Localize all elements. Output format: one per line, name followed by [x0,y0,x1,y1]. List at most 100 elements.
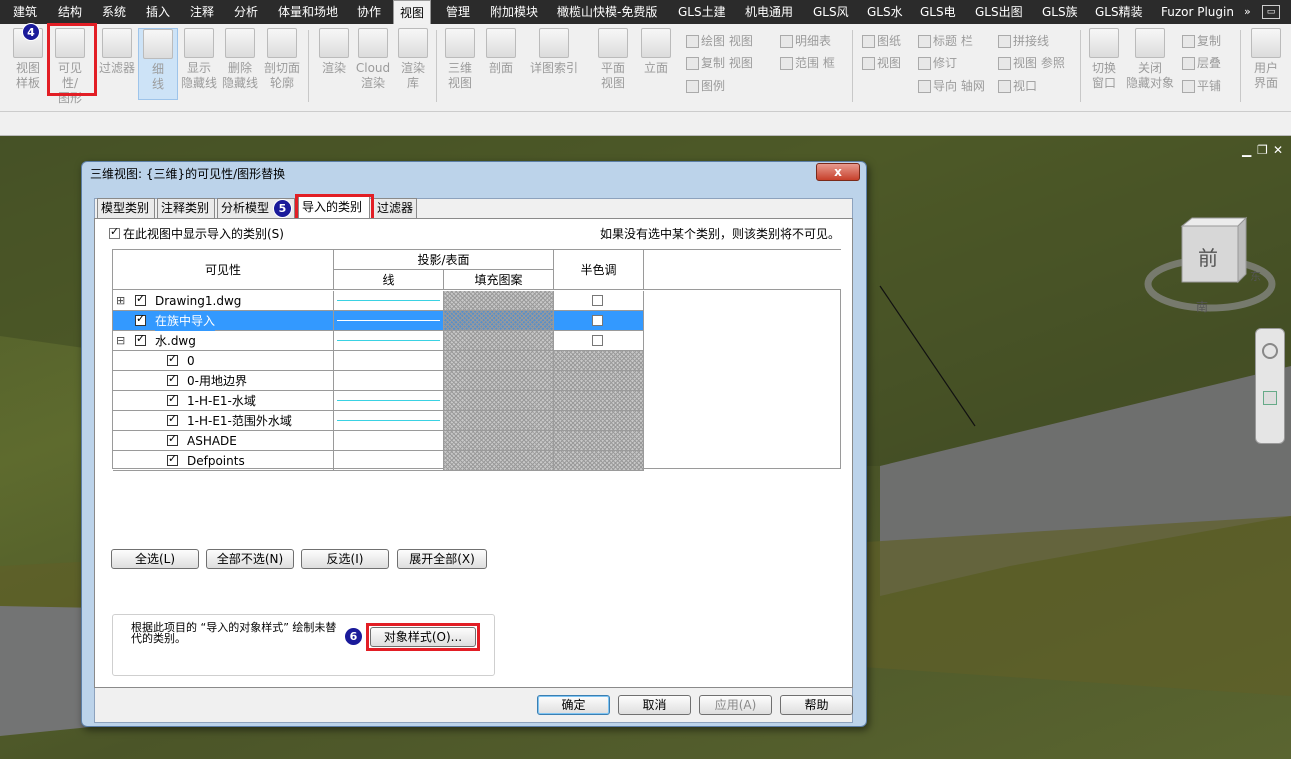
line-override-cell[interactable] [334,371,444,391]
cancel-button[interactable]: 取消 [618,695,691,715]
tab-addins[interactable]: 附加模块 [490,0,538,24]
visibility-cell[interactable]: ⊟ 水.dwg [113,331,334,351]
tab-gls-air[interactable]: GLS风 [813,0,849,24]
visibility-cell[interactable]: Defpoints [113,451,334,471]
guide-grid-button[interactable]: 导向 轴网 [918,77,985,94]
tab-overflow-icon[interactable]: » [1244,0,1251,24]
line-override-cell[interactable] [334,411,444,431]
line-override-cell[interactable] [334,451,444,471]
fill-pattern-cell[interactable] [444,451,554,471]
thin-lines-button[interactable]: 细线 [138,28,178,100]
zoom-icon[interactable] [1263,391,1277,405]
line-override-cell[interactable] [334,291,444,311]
visibility-cell[interactable]: 在族中导入 [113,311,334,331]
table-row[interactable]: 在族中导入 [113,311,644,331]
user-interface-button[interactable]: 用户 界面 [1246,28,1286,91]
row-visibility-checkbox[interactable] [167,392,178,406]
cloud-render-button[interactable]: Cloud 渲染 [353,28,393,91]
visibility-cell[interactable]: ⊞ Drawing1.dwg [113,291,334,311]
row-visibility-checkbox[interactable] [135,312,146,326]
render-button[interactable]: 渲染 [314,28,354,76]
fill-pattern-cell[interactable] [444,311,554,331]
select-none-button[interactable]: 全部不选(N) [206,549,294,569]
line-override-cell[interactable] [334,331,444,351]
halftone-cell[interactable] [554,291,644,311]
tab-gls-family[interactable]: GLS族 [1042,0,1078,24]
tab-filters[interactable]: 过滤器 [373,198,417,218]
cascade-button[interactable]: 层叠 [1182,54,1221,71]
switch-windows-button[interactable]: 切换 窗口 [1084,28,1124,91]
table-row[interactable]: 0 [113,351,644,371]
fill-pattern-cell[interactable] [444,371,554,391]
tab-manage[interactable]: 管理 [446,0,470,24]
navigation-bar[interactable] [1255,328,1285,444]
tab-gls-electric[interactable]: GLS电 [920,0,956,24]
schedule-button[interactable]: 明细表 [780,32,831,49]
scope-box-button[interactable]: 范围 框 [780,54,835,71]
visibility-cell[interactable]: 0 [113,351,334,371]
duplicate-view-button[interactable]: 复制 视图 [686,54,753,71]
select-all-button[interactable]: 全选(L) [111,549,199,569]
fill-pattern-cell[interactable] [444,351,554,371]
table-row[interactable]: 0-用地边界 [113,371,644,391]
tab-mep-general[interactable]: 机电通用 [745,0,793,24]
table-row[interactable]: ⊟ 水.dwg [113,331,644,351]
tab-architecture[interactable]: 建筑 [13,0,37,24]
tab-annotate[interactable]: 注释 [190,0,214,24]
collapse-icon[interactable]: ⊟ [116,331,125,351]
replicate-button[interactable]: 复制 [1182,32,1221,49]
fill-pattern-cell[interactable] [444,331,554,351]
help-button[interactable]: 帮助 [780,695,853,715]
halftone-checkbox[interactable] [592,335,603,346]
tab-view[interactable]: 视图 [393,0,432,24]
table-row[interactable]: Defpoints [113,451,644,471]
tab-collaborate[interactable]: 协作 [357,0,381,24]
visibility-cell[interactable]: 0-用地边界 [113,371,334,391]
sheet-button[interactable]: 图纸 [862,32,901,49]
view-button[interactable]: 视图 [862,54,901,71]
tab-fuzor-plugin[interactable]: Fuzor Plugin [1161,0,1234,24]
visibility-cell[interactable]: 1-H-E1-范围外水域 [113,411,334,431]
ribbon-collapse-icon[interactable]: ▭ [1262,5,1280,19]
row-visibility-checkbox[interactable] [167,372,178,386]
viewcube[interactable]: 前 南 东 [1140,216,1280,329]
line-override-cell[interactable] [334,311,444,331]
expand-all-button[interactable]: 展开全部(X) [397,549,487,569]
ok-button[interactable]: 确定 [537,695,610,715]
tab-gls-decoration[interactable]: GLS精装 [1095,0,1143,24]
legend-button[interactable]: 图例 [686,77,725,94]
line-override-cell[interactable] [334,391,444,411]
invert-selection-button[interactable]: 反选(I) [301,549,389,569]
row-visibility-checkbox[interactable] [135,292,146,306]
table-row[interactable]: ASHADE [113,431,644,451]
viewports-button[interactable]: 视口 [998,77,1037,94]
apply-button[interactable]: 应用(A) [699,695,772,715]
remove-hidden-lines-button[interactable]: 删除 隐藏线 [220,28,260,91]
row-visibility-checkbox[interactable] [135,332,146,346]
line-override-cell[interactable] [334,431,444,451]
show-hidden-lines-button[interactable]: 显示 隐藏线 [179,28,219,91]
halftone-checkbox[interactable] [592,315,603,326]
dialog-close-icon[interactable]: x [816,163,860,181]
table-row[interactable]: 1-H-E1-水域 [113,391,644,411]
tab-gls-civil[interactable]: GLS土建 [678,0,726,24]
tab-insert[interactable]: 插入 [146,0,170,24]
tab-gls-water[interactable]: GLS水 [867,0,903,24]
line-override-cell[interactable] [334,351,444,371]
close-view-icon[interactable]: ✕ [1273,143,1283,157]
callout-button[interactable]: 详图索引 [528,28,580,76]
show-imported-checkbox[interactable] [109,225,120,240]
tile-button[interactable]: 平铺 [1182,77,1221,94]
tab-model-categories[interactable]: 模型类别 [97,198,155,218]
row-visibility-checkbox[interactable] [167,452,178,466]
3d-view-button[interactable]: 三维 视图 [440,28,480,91]
row-visibility-checkbox[interactable] [167,432,178,446]
expand-icon[interactable]: ⊞ [116,291,125,311]
halftone-cell[interactable] [554,331,644,351]
drafting-view-button[interactable]: 绘图 视图 [686,32,753,49]
steering-wheel-icon[interactable] [1262,343,1278,359]
tab-analyze[interactable]: 分析 [234,0,258,24]
tab-structure[interactable]: 结构 [58,0,82,24]
halftone-checkbox[interactable] [592,295,603,306]
table-row[interactable]: 1-H-E1-范围外水域 [113,411,644,431]
